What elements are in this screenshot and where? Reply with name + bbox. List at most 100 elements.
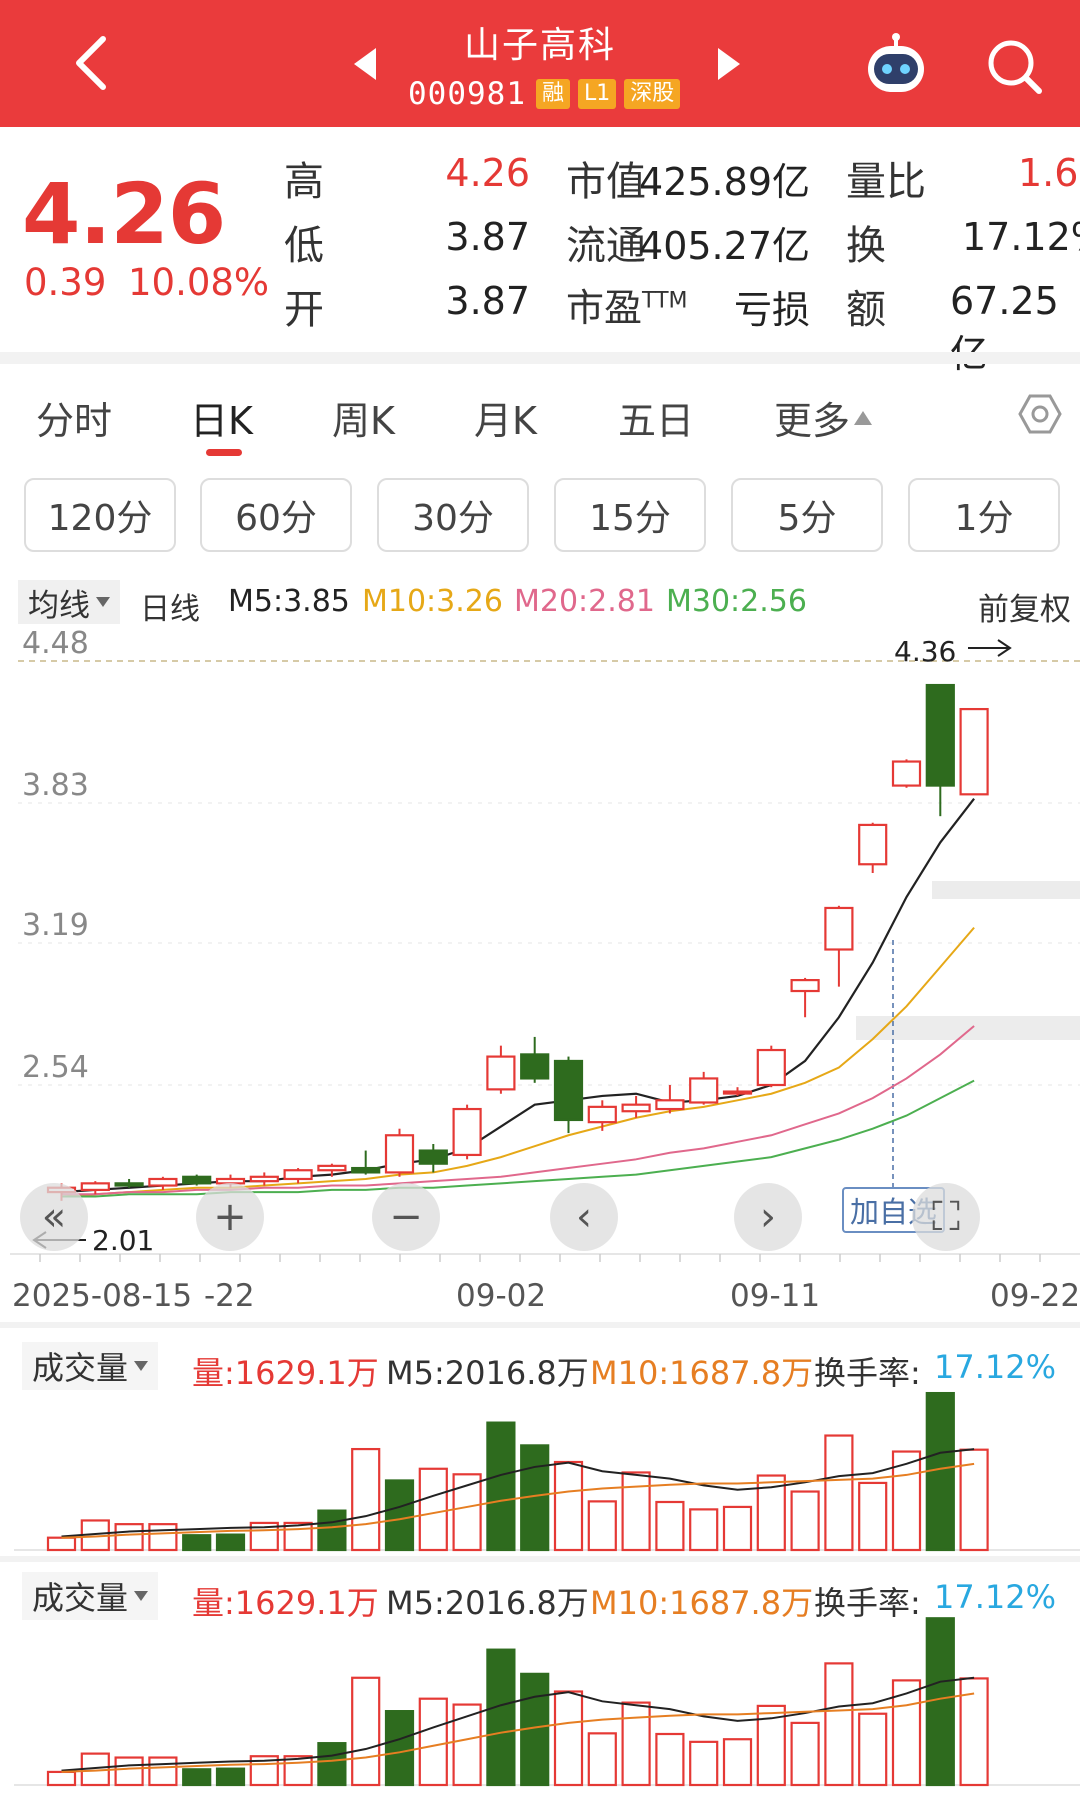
volume-bar — [317, 1509, 347, 1552]
high-price-annotation: 4.36 — [894, 635, 956, 668]
minus-icon: − — [389, 1194, 423, 1240]
volume-bar — [790, 1721, 820, 1787]
volume-indicator-selector[interactable]: 成交量 — [22, 1572, 159, 1620]
volume-bar — [215, 1533, 246, 1552]
volume-bar — [689, 1740, 719, 1787]
volume-m10-value: M10:1687.8万 — [590, 1584, 814, 1622]
y-axis-tick-label: 4.48 — [22, 626, 89, 661]
volume-bar — [384, 1710, 415, 1787]
low-price-annotation: 2.01 — [92, 1224, 154, 1257]
ma-line-m20 — [61, 1025, 975, 1196]
fullscreen-button[interactable]: ⛶ — [912, 1183, 980, 1251]
candle-body — [655, 1099, 685, 1111]
volume-bar — [925, 1617, 955, 1787]
volume-bar — [486, 1648, 516, 1787]
chevron-right-icon: › — [760, 1194, 776, 1240]
candle-body — [418, 1149, 448, 1165]
candle-body — [351, 1166, 381, 1174]
volume-bar — [858, 1712, 888, 1787]
volume-value: 量:1629.1万 — [192, 1354, 379, 1392]
volume-bar — [351, 1447, 381, 1552]
volume-bar — [182, 1534, 212, 1552]
ma-line-m10 — [61, 926, 975, 1198]
x-axis-date-label: 09-02 — [456, 1278, 546, 1314]
ma-line-m5 — [61, 798, 975, 1194]
jump-start-button[interactable]: « — [20, 1183, 88, 1251]
candle-body — [317, 1164, 347, 1172]
candle-body — [148, 1177, 178, 1187]
panel-separator — [0, 1556, 1080, 1562]
volume-bar — [824, 1662, 854, 1787]
volume-bar — [790, 1490, 820, 1552]
candle-body — [249, 1175, 279, 1183]
zoom-in-button[interactable]: + — [196, 1183, 264, 1251]
candle-body — [925, 683, 955, 787]
dropdown-caret-icon — [134, 1361, 149, 1371]
volume-bar — [283, 1755, 313, 1787]
turnover-rate-value: 17.12% — [934, 1578, 1057, 1616]
volume-bar — [418, 1697, 448, 1787]
candle-body — [891, 760, 922, 787]
volume-bar — [824, 1434, 854, 1552]
volume-bar — [215, 1767, 246, 1787]
price-zone-band — [856, 1016, 1080, 1040]
volume-bar — [283, 1521, 313, 1552]
x-axis-date-label: 2025-08-15 — [12, 1278, 192, 1314]
zoom-out-button[interactable]: − — [372, 1183, 440, 1251]
volume-bar — [317, 1742, 347, 1787]
volume-bar — [148, 1756, 178, 1787]
volume-panel-header: 成交量 量:1629.1万 M5:2016.8万 M10:1687.8万 换手率… — [0, 1342, 1080, 1394]
volume-bar — [722, 1738, 753, 1787]
volume-bar — [858, 1481, 888, 1552]
volume-value: 量:1629.1万 — [192, 1584, 379, 1622]
volume-bar — [553, 1690, 584, 1787]
volume-m5-value: M5:2016.8万 — [386, 1584, 589, 1622]
x-axis-date-label: -22 — [204, 1278, 255, 1314]
volume-bar — [655, 1732, 685, 1787]
turnover-rate-label: 换手率: — [814, 1354, 921, 1392]
dropdown-caret-icon — [134, 1591, 149, 1601]
volume-bar — [486, 1421, 516, 1552]
candle-body — [80, 1182, 110, 1192]
candle-body — [587, 1105, 617, 1124]
candle-body — [283, 1169, 313, 1181]
volume-bar — [182, 1768, 212, 1787]
candle-body — [384, 1134, 415, 1174]
volume-bar — [925, 1391, 955, 1552]
candle-body — [114, 1182, 144, 1187]
app-root: 山子高科 000981 融 L1 深股 4.26 0.39 10.08% 高 低… — [0, 0, 1080, 1802]
price-zone-band — [932, 881, 1080, 899]
volume-indicator-selector[interactable]: 成交量 — [22, 1342, 159, 1390]
volume-bar — [587, 1500, 617, 1552]
candle-body — [689, 1077, 719, 1104]
volume-bar — [418, 1467, 448, 1552]
y-axis-tick-label: 3.19 — [22, 908, 89, 943]
candle-body — [452, 1107, 482, 1157]
volume-bar — [384, 1479, 415, 1552]
volume-selector-label: 成交量 — [32, 1349, 129, 1387]
candle-body — [486, 1055, 516, 1091]
volume-bar — [621, 1701, 651, 1787]
kline-chart[interactable]: 4.48 3.83 3.19 2.54 2025-08-15 -22 09-02 09-11 0… — [0, 0, 1080, 1802]
candle-body — [790, 978, 820, 993]
volume-bar — [553, 1460, 584, 1552]
candle-body — [182, 1175, 212, 1185]
volume-bar — [114, 1756, 144, 1787]
volume-m10-value: M10:1687.8万 — [590, 1354, 814, 1392]
chevron-left-icon: ‹ — [576, 1194, 592, 1240]
pan-left-button[interactable]: ‹ — [550, 1183, 618, 1251]
x-axis-date-label: 09-22 — [990, 1278, 1080, 1314]
pan-right-button[interactable]: › — [734, 1183, 802, 1251]
volume-bar — [722, 1505, 753, 1552]
fullscreen-icon: ⛶ — [932, 1194, 960, 1240]
volume-bar — [46, 1536, 77, 1552]
double-chevron-left-icon: « — [41, 1194, 67, 1240]
candle-body — [858, 823, 888, 866]
volume-bar — [114, 1523, 144, 1552]
volume-bar — [148, 1523, 178, 1552]
volume-bar — [655, 1500, 685, 1552]
volume-bar — [587, 1732, 617, 1787]
volume-panel-header: 成交量 量:1629.1万 M5:2016.8万 M10:1687.8万 换手率… — [0, 1572, 1080, 1624]
candle-body — [959, 707, 989, 796]
x-axis-date-label: 09-11 — [730, 1278, 820, 1314]
